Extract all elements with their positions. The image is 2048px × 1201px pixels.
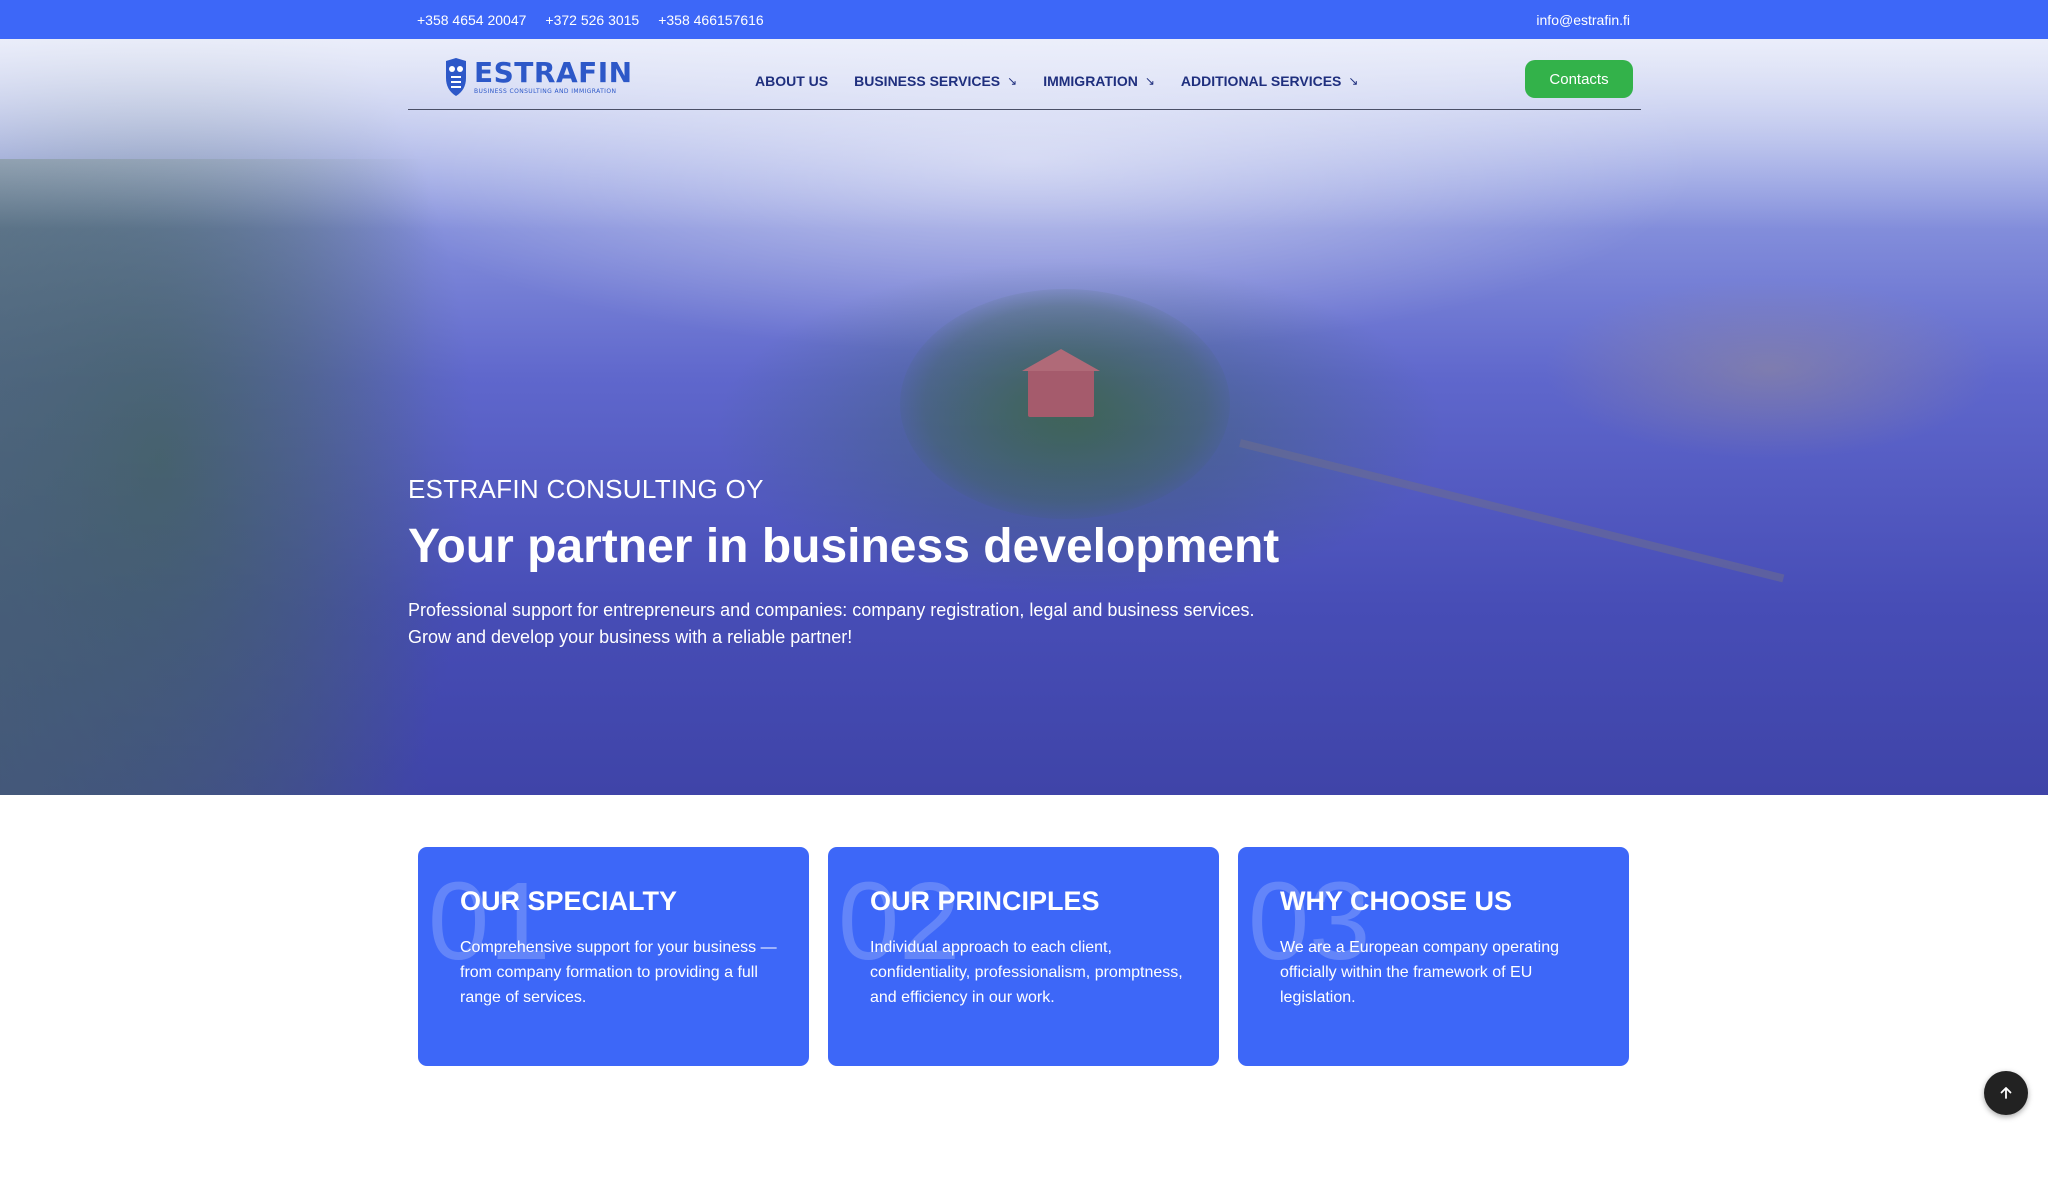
hero-description-line-1: Professional support for entrepreneurs a… [408, 600, 1255, 620]
nav-label: BUSINESS SERVICES [854, 73, 1001, 89]
card-principles: 02 OUR PRINCIPLES Individual approach to… [828, 847, 1219, 1066]
phone-list: +358 4654 20047 +372 526 3015 +358 46615… [417, 12, 764, 28]
phone-link-ee[interactable]: +372 526 3015 [545, 12, 639, 28]
phone-link-fi-2[interactable]: +358 466157616 [658, 12, 764, 28]
top-bar: +358 4654 20047 +372 526 3015 +358 46615… [0, 0, 2048, 39]
nav-label: ADDITIONAL SERVICES [1180, 73, 1342, 89]
hero-background-house [1022, 349, 1100, 417]
nav-label: ABOUT US [755, 73, 829, 89]
email-link[interactable]: info@estrafin.fi [1536, 12, 1630, 28]
hero-content: ESTRAFIN CONSULTING OY Your partner in b… [408, 474, 1408, 651]
main-nav: ABOUT US BUSINESS SERVICES ↘ IMMIGRATION… [755, 73, 1384, 89]
logo-text: ESTRAFIN BUSINESS CONSULTING AND IMMIGRA… [474, 56, 633, 96]
card-title: WHY CHOOSE US [1280, 886, 1513, 916]
feature-cards: 01 OUR SPECIALTY Comprehensive support f… [418, 847, 1629, 1066]
nav-additional-services[interactable]: ADDITIONAL SERVICES ↘ [1181, 73, 1359, 89]
card-text: Individual approach to each client, conf… [870, 939, 1183, 1006]
logo[interactable]: ESTRAFIN BUSINESS CONSULTING AND IMMIGRA… [444, 58, 633, 96]
card-specialty: 01 OUR SPECIALTY Comprehensive support f… [418, 847, 809, 1066]
nav-immigration[interactable]: IMMIGRATION ↘ [1043, 73, 1155, 89]
nav-business-services[interactable]: BUSINESS SERVICES ↘ [854, 73, 1017, 89]
arrow-down-right-icon: ↘ [1348, 74, 1359, 88]
arrow-up-icon [2000, 1087, 2012, 1099]
arrow-down-right-icon: ↘ [1007, 74, 1018, 88]
hero-section [0, 39, 2048, 795]
shield-logo-icon [446, 58, 466, 96]
hero-eyebrow: ESTRAFIN CONSULTING OY [408, 474, 764, 504]
card-why-choose-us: 03 WHY CHOOSE US We are a European compa… [1238, 847, 1629, 1066]
main-header: ESTRAFIN BUSINESS CONSULTING AND IMMIGRA… [408, 40, 1641, 110]
arrow-down-right-icon: ↘ [1144, 74, 1155, 88]
nav-label: IMMIGRATION [1043, 73, 1138, 89]
card-text: Comprehensive support for your business … [460, 939, 777, 1006]
scroll-top-button[interactable] [1984, 1071, 2028, 1115]
hero-title: Your partner in business development [408, 520, 1280, 573]
phone-link-fi-1[interactable]: +358 4654 20047 [417, 12, 526, 28]
card-text: We are a European company operating offi… [1280, 939, 1559, 1006]
card-title: OUR PRINCIPLES [870, 886, 1100, 916]
contacts-button[interactable]: Contacts [1525, 60, 1633, 98]
logo-name: ESTRAFIN [474, 56, 633, 89]
logo-tagline: BUSINESS CONSULTING AND IMMIGRATION [474, 88, 617, 95]
hero-description: Professional support for entrepreneurs a… [408, 597, 1408, 651]
nav-about-us[interactable]: ABOUT US [755, 73, 828, 89]
hero-description-line-2: Grow and develop your business with a re… [408, 627, 853, 647]
hero-background-shore [0, 159, 430, 795]
card-title: OUR SPECIALTY [460, 886, 678, 916]
